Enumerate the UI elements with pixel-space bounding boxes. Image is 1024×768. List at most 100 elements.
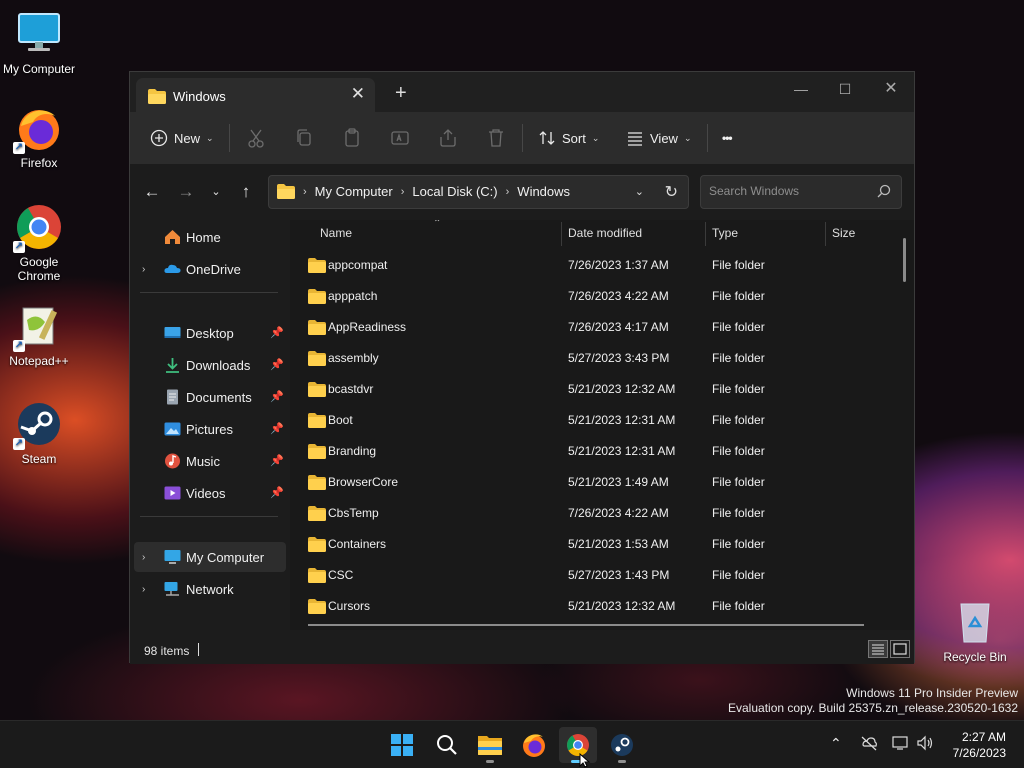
breadcrumb-separator-icon[interactable]: › — [303, 186, 307, 198]
table-row[interactable]: bcastdvr 5/21/2023 12:32 AM File folder — [304, 374, 894, 405]
delete-icon[interactable] — [484, 126, 508, 150]
clock[interactable]: 2:27 AM 7/26/2023 — [953, 729, 1006, 761]
table-row[interactable]: Branding 5/21/2023 12:31 AM File folder — [304, 436, 894, 467]
sidebar-item-pictures[interactable]: Pictures 📌 — [134, 414, 286, 444]
view-label: View — [650, 130, 678, 146]
close-tab-icon[interactable]: ✕ — [351, 84, 365, 104]
breadcrumb-windows[interactable]: Windows — [517, 184, 570, 199]
expand-chevron-icon[interactable]: › — [142, 552, 145, 563]
column-divider[interactable] — [825, 222, 826, 246]
up-arrow-icon[interactable]: ↑ — [236, 182, 256, 202]
sidebar-item-onedrive[interactable]: › OneDrive — [134, 254, 286, 284]
pin-icon[interactable]: 📌 — [270, 358, 284, 371]
table-row[interactable]: Containers 5/21/2023 1:53 AM File folder — [304, 529, 894, 560]
sidebar-item-music[interactable]: Music 📌 — [134, 446, 286, 476]
new-button[interactable]: New ⌄ — [150, 126, 214, 150]
search-box[interactable] — [700, 175, 902, 209]
breadcrumb-separator-icon[interactable]: › — [506, 186, 510, 198]
copy-icon[interactable] — [292, 126, 316, 150]
expand-chevron-icon[interactable]: › — [142, 264, 145, 275]
details-view-button[interactable] — [868, 640, 888, 658]
column-header-size[interactable]: Size — [832, 220, 902, 250]
display-network-icon[interactable] — [892, 735, 910, 754]
table-row[interactable]: CbsTemp 7/26/2023 4:22 AM File folder — [304, 498, 894, 529]
table-row[interactable]: AppReadiness 7/26/2023 4:17 AM File folder — [304, 312, 894, 343]
maximize-button[interactable]: ☐ — [822, 76, 868, 102]
column-divider[interactable] — [705, 222, 706, 246]
show-hidden-icons-chevron-icon[interactable]: ⌃ — [830, 735, 842, 752]
volume-icon[interactable] — [916, 735, 934, 754]
breadcrumb-separator-icon[interactable]: › — [401, 186, 405, 198]
search-input[interactable] — [709, 184, 869, 198]
plus-circle-icon — [150, 129, 168, 147]
desktop-icon-notepad-plus-plus[interactable]: ↗ Notepad++ — [0, 302, 78, 368]
desktop-icon-steam[interactable]: ↗ Steam — [0, 400, 78, 466]
file-name: Branding — [328, 444, 377, 458]
network-disconnected-icon[interactable] — [860, 735, 878, 754]
desktop-icon-my-computer[interactable]: My Computer — [0, 10, 78, 76]
file-explorer-taskbar-button[interactable] — [471, 727, 509, 763]
table-row[interactable]: Cursors 5/21/2023 12:32 AM File folder — [304, 591, 894, 622]
cut-icon[interactable] — [244, 126, 268, 150]
back-arrow-icon[interactable]: ← — [142, 182, 162, 202]
desktop-icon-firefox[interactable]: ↗ Firefox — [0, 104, 78, 170]
sort-button[interactable]: Sort ⌄ — [538, 126, 599, 150]
expand-chevron-icon[interactable]: › — [142, 584, 145, 595]
steam-taskbar-button[interactable] — [603, 727, 641, 763]
breadcrumb-my-computer[interactable]: My Computer — [315, 184, 393, 199]
column-header-name[interactable]: Name ⌃ — [320, 220, 560, 250]
pin-icon[interactable]: 📌 — [270, 454, 284, 467]
rename-icon[interactable] — [388, 126, 412, 150]
address-bar[interactable]: › My Computer › Local Disk (C:) › Window… — [268, 175, 689, 209]
desktop-icon-recycle-bin[interactable]: Recycle Bin — [936, 598, 1014, 664]
forward-arrow-icon[interactable]: → — [176, 182, 196, 202]
table-row[interactable]: assembly 5/27/2023 3:43 PM File folder — [304, 343, 894, 374]
share-icon[interactable] — [436, 126, 460, 150]
sidebar-item-my-computer[interactable]: › My Computer — [134, 542, 286, 572]
folder-icon — [308, 289, 326, 307]
column-divider[interactable] — [561, 222, 562, 246]
sidebar-item-label: OneDrive — [186, 261, 241, 277]
table-row[interactable]: appcompat 7/26/2023 1:37 AM File folder — [304, 250, 894, 281]
search-icon[interactable] — [877, 184, 891, 203]
close-window-button[interactable]: ✕ — [868, 76, 914, 102]
table-row[interactable]: Boot 5/21/2023 12:31 AM File folder — [304, 405, 894, 436]
pin-icon[interactable]: 📌 — [270, 422, 284, 435]
sidebar-item-downloads[interactable]: Downloads 📌 — [134, 350, 286, 380]
column-label: Size — [832, 226, 856, 240]
column-header-date-modified[interactable]: Date modified — [568, 220, 704, 250]
new-tab-button[interactable]: + — [395, 82, 407, 105]
pin-icon[interactable]: 📌 — [270, 390, 284, 403]
table-row[interactable]: apppatch 7/26/2023 4:22 AM File folder — [304, 281, 894, 312]
refresh-icon[interactable]: ↻ — [665, 182, 678, 202]
sidebar-item-label: My Computer — [186, 549, 265, 565]
table-row[interactable]: CSC 5/27/2023 1:43 PM File folder — [304, 560, 894, 591]
tiles-view-button[interactable] — [890, 640, 910, 658]
more-options-button[interactable]: ••• — [722, 126, 733, 150]
start-button[interactable] — [383, 727, 421, 763]
horizontal-scrollbar[interactable] — [308, 624, 864, 626]
sidebar-item-videos[interactable]: Videos 📌 — [134, 478, 286, 508]
view-button[interactable]: View ⌄ — [626, 126, 692, 150]
chrome-taskbar-button[interactable] — [559, 727, 597, 763]
sidebar-item-documents[interactable]: Documents 📌 — [134, 382, 286, 412]
column-header-type[interactable]: Type — [712, 220, 822, 250]
vertical-scrollbar[interactable] — [903, 238, 906, 282]
sidebar-item-home[interactable]: Home — [134, 222, 286, 252]
address-history-chevron-icon[interactable]: ⌄ — [635, 185, 644, 198]
tab-windows[interactable]: Windows ✕ — [136, 78, 375, 113]
pin-icon[interactable]: 📌 — [270, 326, 284, 339]
file-name: BrowserCore — [328, 475, 399, 489]
desktop-icon-google-chrome[interactable]: ↗ Google Chrome — [0, 203, 78, 283]
breadcrumb-local-disk[interactable]: Local Disk (C:) — [412, 184, 497, 199]
table-row[interactable]: BrowserCore 5/21/2023 1:49 AM File folder — [304, 467, 894, 498]
paste-icon[interactable] — [340, 126, 364, 150]
sidebar-item-desktop[interactable]: Desktop 📌 — [134, 318, 286, 348]
recent-locations-chevron-icon[interactable]: ⌄ — [206, 182, 226, 202]
tiles-view-icon — [893, 643, 907, 655]
firefox-taskbar-button[interactable] — [515, 727, 553, 763]
pin-icon[interactable]: 📌 — [270, 486, 284, 499]
minimize-button[interactable]: — — [778, 76, 824, 102]
sidebar-item-network[interactable]: › Network — [134, 574, 286, 604]
search-taskbar-button[interactable] — [427, 727, 465, 763]
